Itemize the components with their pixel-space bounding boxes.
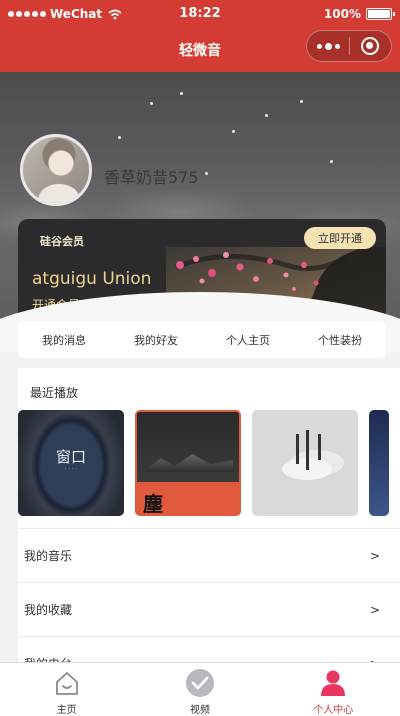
album-cover[interactable]: 塵 xyxy=(135,410,241,516)
nav-bar: 轻微音 xyxy=(0,28,400,72)
section-title: 最近播放 xyxy=(30,386,79,400)
person-icon xyxy=(321,670,346,696)
cover-text: 塵 xyxy=(143,492,163,516)
star-decoration xyxy=(232,130,235,133)
open-vip-button[interactable]: 立即开通 xyxy=(304,227,376,249)
phone-screen: WeChat 18:22 100% 轻微音 香草奶昔575 硅谷会员 立即开通 … xyxy=(0,0,400,716)
star-decoration xyxy=(205,172,208,175)
chevron-right-icon: > xyxy=(369,602,380,617)
tab-label: 个人中心 xyxy=(313,705,354,716)
menu-capsule xyxy=(306,30,392,62)
more-icon[interactable] xyxy=(307,31,349,61)
album-cover[interactable]: 窗口 · · · · xyxy=(18,410,124,516)
album-cover[interactable] xyxy=(369,410,389,516)
profile-hero: 香草奶昔575 硅谷会员 立即开通 atguigu Union xyxy=(0,72,400,322)
tab-profile[interactable]: 个人中心 xyxy=(267,663,400,716)
cover-art xyxy=(318,434,321,460)
avatar[interactable] xyxy=(20,134,92,206)
cover-text: 窗口 xyxy=(55,448,86,466)
battery-icon xyxy=(366,8,395,20)
close-miniprogram-icon[interactable] xyxy=(350,31,391,61)
tab-home[interactable]: 主页 xyxy=(0,663,133,716)
quick-nav-dressup[interactable]: 个性装扮 xyxy=(294,322,386,358)
quick-nav-homepage[interactable]: 个人主页 xyxy=(202,322,294,358)
quick-nav-friends[interactable]: 我的好友 xyxy=(110,322,202,358)
check-circle-icon xyxy=(185,669,214,697)
quick-nav-messages[interactable]: 我的消息 xyxy=(18,322,110,358)
recent-played-section: 最近播放 窗口 · · · · 塵 xyxy=(18,368,400,528)
star-decoration xyxy=(330,160,333,163)
status-bar: WeChat 18:22 100% xyxy=(0,0,400,28)
top-header: WeChat 18:22 100% 轻微音 xyxy=(0,0,400,72)
recent-cover-list[interactable]: 窗口 · · · · 塵 xyxy=(18,410,389,516)
list-item-my-music[interactable]: 我的音乐 > xyxy=(18,528,400,582)
star-decoration xyxy=(150,102,153,105)
list-item-label: 我的音乐 xyxy=(24,549,73,563)
star-decoration xyxy=(300,100,303,103)
cover-subtext: · · · · xyxy=(64,466,78,473)
cover-art xyxy=(296,434,299,464)
tab-label: 主页 xyxy=(56,705,77,716)
vip-label: 硅谷会员 xyxy=(40,235,84,248)
home-icon xyxy=(55,672,78,695)
vip-title: atguigu Union xyxy=(32,269,152,289)
album-cover[interactable] xyxy=(252,410,358,516)
quick-nav: 我的消息 我的好友 个人主页 个性装扮 xyxy=(18,322,386,358)
list-item-label: 我的收藏 xyxy=(24,603,73,617)
tab-bar: 主页 视频 个人中心 xyxy=(0,662,400,716)
chevron-right-icon: > xyxy=(369,548,380,563)
status-right: 100% xyxy=(323,7,395,21)
star-decoration xyxy=(180,92,183,95)
username[interactable]: 香草奶昔575 xyxy=(104,164,199,188)
tab-video[interactable]: 视频 xyxy=(133,663,266,716)
battery-percent: 100% xyxy=(323,7,361,21)
star-decoration xyxy=(118,136,121,139)
list-item-my-favorites[interactable]: 我的收藏 > xyxy=(18,582,400,636)
cover-art xyxy=(306,430,309,470)
tab-label: 视频 xyxy=(189,705,210,716)
star-decoration xyxy=(265,114,268,117)
